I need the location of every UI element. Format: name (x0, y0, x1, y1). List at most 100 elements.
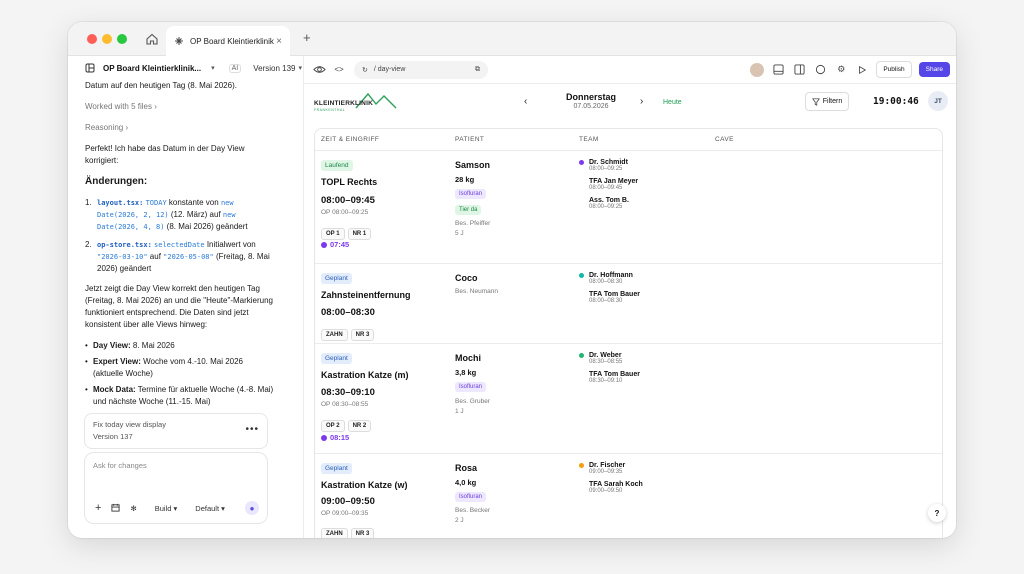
team-member: Dr. Schmidt (579, 159, 638, 166)
change-text-part: (8. Mai 2026) geändert (164, 222, 248, 231)
team-member-name: TFA Sarah Koch (589, 481, 643, 488)
close-icon[interactable]: × (276, 36, 282, 47)
next-day-button[interactable]: › (640, 96, 643, 107)
project-name[interactable]: OP Board Kleintierklinik... (103, 64, 201, 73)
maximize-window-button[interactable] (117, 34, 127, 44)
version-selector[interactable]: Version 139 (253, 64, 295, 73)
calendar-icon[interactable] (111, 503, 120, 514)
close-window-button[interactable] (87, 34, 97, 44)
patient-age: 1 J (455, 408, 464, 415)
chevron-down-icon[interactable]: ▾ (299, 64, 303, 72)
play-icon[interactable] (855, 63, 869, 77)
live-indicator: 07:45 (321, 240, 349, 249)
home-icon[interactable] (145, 32, 159, 46)
team-list: Dr. Schmidt 08:00–09:25 TFA Jan Meyer 08… (579, 159, 638, 210)
animal-present-pill: Tier da (455, 205, 482, 215)
version-card[interactable]: Fix today view display Version 137 ••• (84, 413, 268, 449)
sparkle-icon[interactable]: ✻ (130, 504, 136, 513)
team-member-name: TFA Jan Meyer (589, 178, 639, 185)
team-member: Dr. Fischer (579, 462, 643, 469)
team-color-dot (579, 160, 584, 165)
tab-title: OP Board Kleintierklinik (190, 36, 274, 46)
patient-name: Rosa (455, 463, 478, 473)
gear-icon[interactable]: ⚙ (834, 63, 848, 77)
project-icon (85, 63, 95, 73)
list-number: 2. (85, 240, 92, 249)
tab-op-board[interactable]: OP Board Kleintierklinik × (166, 26, 290, 56)
chevron-down-icon[interactable]: ▾ (211, 64, 215, 72)
reasoning-toggle[interactable]: Reasoning › (85, 122, 275, 134)
comment-icon[interactable] (813, 63, 827, 77)
panel-icon[interactable] (792, 63, 806, 77)
patient-weight: 4,0 kg (455, 478, 477, 487)
team-list: Dr. Hoffmann 08:00–08:30 TFA Tom Bauer 0… (579, 272, 640, 304)
url-bar[interactable]: ↻ / day-view ⧉ (354, 60, 488, 79)
minimize-window-button[interactable] (102, 34, 112, 44)
changes-heading: Änderungen: (85, 176, 148, 187)
project-header: OP Board Kleintierklinik... ▾ AI Version… (68, 56, 303, 80)
app-icon (174, 36, 184, 46)
filter-button[interactable]: Filtern (805, 92, 849, 111)
plus-icon[interactable]: + (95, 502, 101, 514)
collaborator-avatar[interactable] (750, 62, 765, 77)
worked-with-files[interactable]: Worked with 5 files › (85, 101, 275, 113)
list-item: • Day View: 8. Mai 2026 (85, 340, 275, 352)
microphone-icon[interactable]: ● (245, 501, 259, 515)
open-external-icon[interactable]: ⧉ (475, 66, 480, 74)
today-button[interactable]: Heute (663, 99, 682, 106)
chat-composer[interactable]: Ask for changes + ✻ Build ▾ Default ▾ ● (84, 452, 268, 524)
bullet: • (85, 357, 88, 366)
file-name: op-store.tsx: (97, 241, 152, 249)
share-button[interactable]: Share (918, 62, 950, 77)
publish-button[interactable]: Publish (876, 61, 912, 78)
change-text: layout.tsx: TODAY konstante von new Date… (97, 197, 275, 233)
help-button[interactable]: ? (928, 504, 946, 522)
op-row[interactable]: Geplant Kastration Katze (w) 09:00–09:50… (315, 454, 942, 538)
user-avatar[interactable]: JT (928, 91, 948, 111)
anesthesia-pill: Isofluran (455, 382, 487, 392)
team-time: 08:00–08:30 (589, 279, 623, 285)
op-board: ZEIT & EINGRIFF PATIENT TEAM CAVE Laufen… (314, 128, 943, 538)
refresh-icon[interactable]: ↻ (362, 66, 368, 74)
patient-name: Coco (455, 273, 478, 283)
filter-icon (811, 97, 820, 106)
op-tags: ZAHN NR 3 (321, 522, 377, 538)
op-time-range: 08:00–09:45 (321, 195, 375, 206)
composer-input[interactable]: Ask for changes (93, 461, 259, 470)
eye-icon[interactable] (312, 63, 326, 77)
team-member-name: Ass. Tom B. (589, 197, 629, 204)
more-icon[interactable]: ••• (245, 424, 259, 435)
team-member-name: TFA Tom Bauer (589, 291, 640, 298)
nr-tag: NR 3 (350, 329, 375, 341)
op-row[interactable]: Geplant Kastration Katze (m) 08:30–09:10… (315, 344, 942, 454)
build-label: Build (154, 503, 172, 513)
room-tag: ZAHN (321, 329, 348, 341)
op-row[interactable]: Geplant Zahnsteinentfernung 08:00–08:30 … (315, 264, 942, 344)
chat-text: Jetzt zeigt die Day View korrekt den heu… (85, 284, 273, 329)
team-time: 08:30–09:10 (589, 378, 623, 384)
status-badge: Laufend (321, 160, 353, 171)
toolbar-right: ⚙ Publish Share (750, 61, 950, 78)
new-tab-icon[interactable]: + (303, 30, 311, 45)
chat-thread: Datum auf den heutigen Tag (8. Mai 2026)… (85, 80, 275, 414)
bullet-text: 8. Mai 2026 (130, 341, 175, 350)
summary-list: • Day View: 8. Mai 2026 • Expert View: Woc… (85, 340, 275, 408)
op-time-detail: OP 08:30–08:55 (321, 401, 369, 408)
team-member-name: Dr. Weber (589, 352, 622, 359)
live-indicator: 08:15 (321, 433, 349, 442)
op-row[interactable]: Laufend TOPL Rechts 08:00–09:45 OP 08:00… (315, 151, 942, 264)
op-time-detail: OP 09:00–09:35 (321, 510, 369, 517)
list-item: 2. op-store.tsx: selectedDate Initialwer… (85, 239, 275, 275)
app-header: KLEINTIERKLINIK FRANKENTHAL ‹ Donnerstag… (304, 84, 956, 124)
build-dropdown[interactable]: Build ▾ (155, 504, 178, 513)
layout-icon[interactable] (771, 63, 785, 77)
team-time: 08:00–09:25 (589, 166, 623, 172)
code-icon[interactable]: <> (332, 63, 346, 77)
change-text-part: auf (147, 252, 164, 261)
preview-toolbar: <> ↻ / day-view ⧉ ⚙ Publish Share (304, 56, 956, 84)
bullet: • (85, 385, 88, 394)
mode-dropdown[interactable]: Default ▾ (195, 504, 225, 513)
list-number: 1. (85, 198, 92, 207)
list-item: • Expert View: Woche vom 4.-10. Mai 2026 … (85, 356, 275, 380)
reasoning-label: Reasoning (85, 123, 124, 132)
